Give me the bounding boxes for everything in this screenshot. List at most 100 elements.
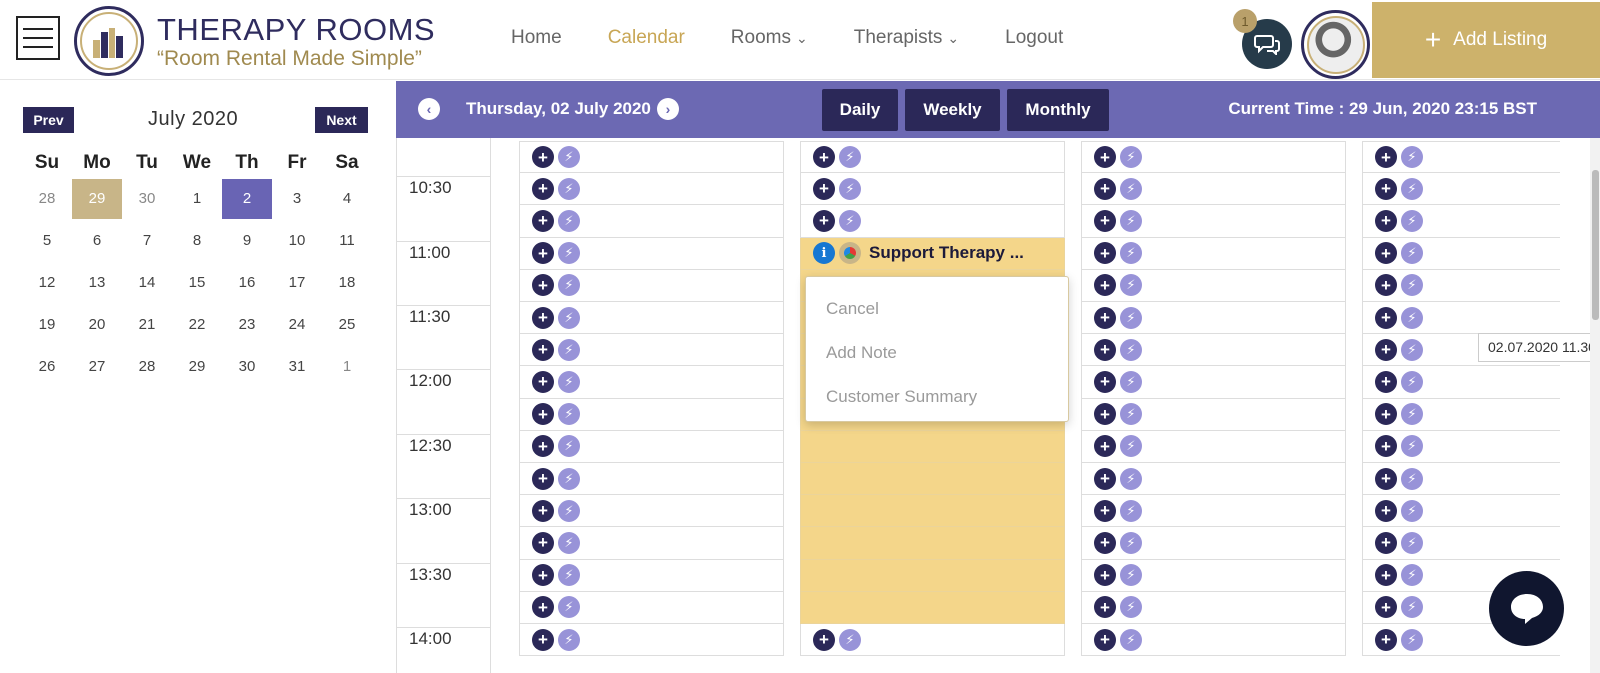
booked-slot[interactable] — [800, 559, 1065, 592]
time-slot[interactable]: + ⚡ — [1362, 237, 1560, 270]
add-booking-icon[interactable]: + — [813, 177, 835, 200]
time-slot[interactable]: + ⚡ — [519, 591, 784, 624]
bolt-icon[interactable]: ⚡ — [1120, 435, 1142, 458]
add-booking-icon[interactable]: + — [1094, 499, 1116, 522]
bolt-icon[interactable]: ⚡ — [558, 403, 580, 426]
bolt-icon[interactable]: ⚡ — [1120, 306, 1142, 329]
time-slot[interactable]: + ⚡ — [1362, 205, 1560, 238]
calendar-day[interactable]: 30 — [222, 347, 272, 387]
time-slot[interactable]: + ⚡ — [1081, 495, 1346, 528]
time-slot[interactable]: + ⚡ — [800, 205, 1065, 238]
calendar-day[interactable]: 25 — [322, 305, 372, 345]
info-icon[interactable]: i — [813, 242, 835, 265]
bolt-icon[interactable]: ⚡ — [1120, 370, 1142, 393]
bolt-icon[interactable]: ⚡ — [558, 274, 580, 297]
time-slot[interactable]: + ⚡ — [1362, 463, 1560, 496]
time-slot[interactable]: + ⚡ — [519, 334, 784, 367]
bolt-icon[interactable]: ⚡ — [1120, 531, 1142, 554]
calendar-day[interactable]: 1 — [322, 347, 372, 387]
time-slot[interactable]: + ⚡ — [1362, 430, 1560, 463]
bolt-icon[interactable]: ⚡ — [1401, 435, 1423, 458]
time-slot[interactable]: + ⚡ — [1362, 302, 1560, 335]
add-booking-icon[interactable]: + — [1375, 338, 1397, 361]
calendar-day[interactable]: 30 — [122, 179, 172, 219]
time-slot[interactable]: + ⚡ — [519, 366, 784, 399]
bolt-icon[interactable]: ⚡ — [558, 499, 580, 522]
add-booking-icon[interactable]: + — [1375, 596, 1397, 619]
add-booking-icon[interactable]: + — [1094, 435, 1116, 458]
booking-title[interactable]: Support Therapy ... — [869, 243, 1024, 263]
add-booking-icon[interactable]: + — [1375, 242, 1397, 265]
add-booking-icon[interactable]: + — [532, 467, 554, 490]
booked-slot[interactable] — [800, 463, 1065, 496]
add-booking-icon[interactable]: + — [1094, 274, 1116, 297]
calendar-day[interactable]: 2 — [222, 179, 272, 219]
live-chat-button[interactable] — [1489, 571, 1564, 646]
add-booking-icon[interactable]: + — [1094, 467, 1116, 490]
add-booking-icon[interactable]: + — [532, 146, 554, 169]
time-slot[interactable]: + ⚡ — [800, 141, 1065, 174]
time-slot[interactable]: + ⚡ — [1362, 173, 1560, 206]
bolt-icon[interactable]: ⚡ — [1401, 274, 1423, 297]
add-booking-icon[interactable]: + — [1094, 209, 1116, 232]
calendar-day[interactable]: 3 — [272, 179, 322, 219]
add-booking-icon[interactable]: + — [1375, 146, 1397, 169]
bolt-icon[interactable]: ⚡ — [558, 628, 580, 651]
calendar-day[interactable]: 15 — [172, 263, 222, 303]
bolt-icon[interactable]: ⚡ — [1120, 596, 1142, 619]
time-slot[interactable]: + ⚡ — [1081, 527, 1346, 560]
bolt-icon[interactable]: ⚡ — [1401, 338, 1423, 361]
time-slot[interactable]: + ⚡ — [519, 624, 784, 657]
bolt-icon[interactable]: ⚡ — [1120, 242, 1142, 265]
bolt-icon[interactable]: ⚡ — [1120, 564, 1142, 587]
add-booking-icon[interactable]: + — [1375, 209, 1397, 232]
time-slot[interactable]: + ⚡ — [1081, 624, 1346, 657]
calendar-day[interactable]: 12 — [22, 263, 72, 303]
add-booking-icon[interactable]: + — [1094, 596, 1116, 619]
add-booking-icon[interactable]: + — [813, 628, 835, 651]
bolt-icon[interactable]: ⚡ — [1120, 403, 1142, 426]
add-booking-icon[interactable]: + — [1375, 306, 1397, 329]
bolt-icon[interactable]: ⚡ — [558, 209, 580, 232]
bolt-icon[interactable]: ⚡ — [558, 531, 580, 554]
bolt-icon[interactable]: ⚡ — [839, 177, 861, 200]
calendar-day[interactable]: 4 — [322, 179, 372, 219]
bolt-icon[interactable]: ⚡ — [558, 370, 580, 393]
add-booking-icon[interactable]: + — [532, 338, 554, 361]
calendar-day[interactable]: 6 — [72, 221, 122, 261]
add-booking-icon[interactable]: + — [532, 209, 554, 232]
add-booking-icon[interactable]: + — [1094, 146, 1116, 169]
calendar-day[interactable]: 11 — [322, 221, 372, 261]
menu-icon[interactable] — [16, 16, 60, 60]
calendar-day[interactable]: 22 — [172, 305, 222, 345]
calendar-day[interactable]: 20 — [72, 305, 122, 345]
time-slot[interactable]: + ⚡ — [1081, 302, 1346, 335]
time-slot[interactable]: + ⚡ — [1081, 430, 1346, 463]
add-booking-icon[interactable]: + — [532, 435, 554, 458]
add-booking-icon[interactable]: + — [1375, 370, 1397, 393]
add-booking-icon[interactable]: + — [1375, 499, 1397, 522]
time-slot[interactable]: + ⚡ — [1362, 527, 1560, 560]
bolt-icon[interactable]: ⚡ — [1401, 242, 1423, 265]
user-avatar[interactable] — [1301, 10, 1370, 79]
bolt-icon[interactable]: ⚡ — [1120, 209, 1142, 232]
nav-home[interactable]: Home — [511, 27, 562, 49]
bolt-icon[interactable]: ⚡ — [1401, 628, 1423, 651]
menu-item-cancel[interactable]: Cancel — [806, 287, 1068, 331]
calendar-day[interactable]: 5 — [22, 221, 72, 261]
bolt-icon[interactable]: ⚡ — [1401, 177, 1423, 200]
nav-therapists[interactable]: Therapists ⌄ — [854, 27, 959, 49]
time-slot[interactable]: + ⚡ — [1081, 591, 1346, 624]
time-slot[interactable]: + ⚡ — [1362, 398, 1560, 431]
color-wheel-icon[interactable] — [839, 242, 861, 265]
add-booking-icon[interactable]: + — [532, 403, 554, 426]
time-slot[interactable]: + ⚡ — [519, 141, 784, 174]
scrollbar-thumb[interactable] — [1592, 170, 1599, 320]
calendar-day[interactable]: 17 — [272, 263, 322, 303]
time-slot[interactable]: + ⚡ — [800, 624, 1065, 657]
calendar-day[interactable]: 16 — [222, 263, 272, 303]
booked-slot[interactable] — [800, 495, 1065, 528]
add-booking-icon[interactable]: + — [1375, 564, 1397, 587]
calendar-day[interactable]: 29 — [172, 347, 222, 387]
time-slot[interactable]: + ⚡ — [1081, 366, 1346, 399]
